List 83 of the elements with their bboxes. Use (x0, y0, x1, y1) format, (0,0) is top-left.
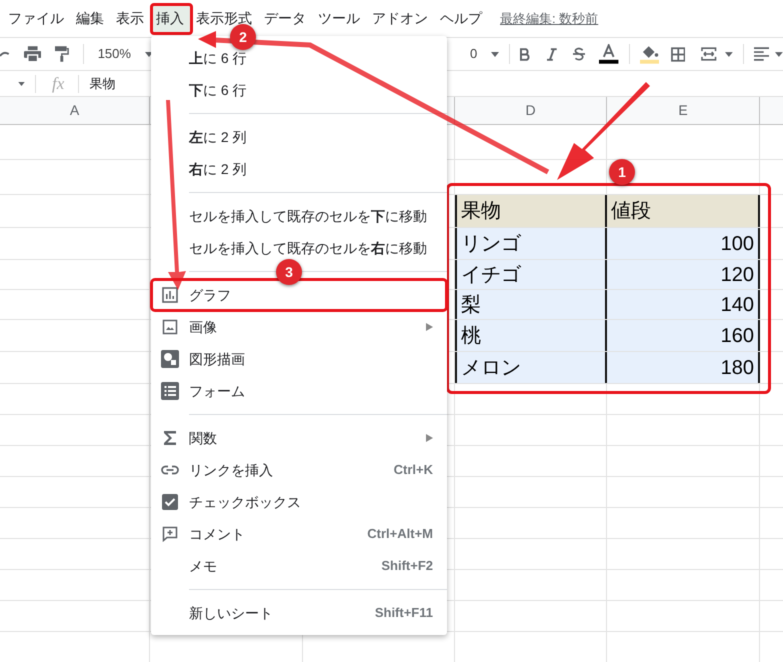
menu-item-label: コメント (189, 524, 245, 544)
menu-bar-item[interactable]: ヘルプ (434, 4, 488, 33)
caret-icon[interactable] (775, 52, 783, 56)
print-icon[interactable] (24, 46, 42, 62)
shortcut-label: Ctrl+Alt+M (367, 525, 433, 544)
table-cell: リンゴ (455, 228, 607, 259)
column-header[interactable]: E (678, 100, 688, 121)
table-cell: 160 (607, 320, 760, 351)
menu-item-label: 新しいシート (189, 604, 273, 622)
menu-item-label: メモ (189, 556, 217, 576)
font-size-field[interactable]: 0 (470, 44, 500, 64)
link-icon (161, 465, 179, 475)
table-cell: 桃 (455, 320, 607, 351)
table-cell: 梨 (455, 290, 607, 319)
align-left-icon[interactable] (754, 47, 770, 61)
menu-item[interactable]: 関数 (151, 422, 447, 454)
column-header[interactable]: A (70, 100, 80, 121)
table-cell: 140 (607, 290, 760, 319)
menu-bar-item[interactable]: 表示 (110, 4, 150, 33)
menu-item[interactable]: フォーム (151, 375, 447, 407)
text-color-icon[interactable] (599, 44, 619, 64)
menu-bar-item[interactable]: ツール (312, 4, 366, 33)
menu-item-label: セルを挿入して既存のセルを右に移動 (189, 238, 427, 258)
table-cell: 値段 (607, 195, 760, 227)
menu-item-label: 画像 (189, 318, 217, 336)
function-label: fx (52, 72, 64, 95)
table-cell: メロン (455, 352, 607, 383)
menu-bar-item[interactable]: 編集 (70, 4, 110, 33)
table-cell: 果物 (455, 195, 607, 227)
comment-icon (162, 526, 178, 542)
table-cell: 120 (607, 260, 760, 289)
menu-item-label: グラフ (189, 286, 231, 304)
step-badge: 1 (609, 159, 635, 185)
image-icon (162, 319, 178, 335)
fill-color-icon[interactable] (640, 44, 659, 64)
shortcut-label: Shift+F11 (374, 604, 433, 622)
menu-item-label: 左に 2 列 (189, 128, 247, 146)
menu-item[interactable]: 下に 6 行 (151, 74, 447, 106)
menu-bar-item[interactable]: アドオン (366, 4, 434, 33)
table-cell: イチゴ (455, 260, 607, 289)
shortcut-label: Ctrl+K (394, 461, 433, 480)
menu-item[interactable]: チェックボックス (151, 486, 447, 518)
menu-item[interactable]: 左に 2 列 (151, 121, 447, 153)
bar-chart-icon (162, 287, 178, 303)
menu-bar-item[interactable]: ファイル (2, 4, 70, 33)
strikethrough-icon[interactable] (572, 47, 586, 61)
menu-item-label: 下に 6 行 (189, 80, 247, 100)
merge-cells-icon[interactable] (701, 47, 717, 61)
menu-item[interactable]: 画像 (151, 311, 447, 343)
shapes-icon (161, 350, 179, 368)
table-cell: 100 (607, 228, 760, 259)
menu-item[interactable]: セルを挿入して既存のセルを下に移動 (151, 200, 447, 232)
bold-icon[interactable] (520, 48, 531, 60)
shortcut-label: Shift+F2 (381, 557, 433, 576)
menu-item[interactable]: コメント Ctrl+Alt+M (151, 518, 447, 550)
menu-item-label: 右に 2 列 (189, 160, 247, 178)
menu-item-label: フォーム (189, 382, 245, 400)
caret-icon[interactable] (18, 82, 25, 86)
formula-field[interactable]: 果物 (89, 74, 116, 94)
menu-item[interactable]: 右に 2 列 (151, 153, 447, 185)
menu-item-label: 上に 6 行 (189, 48, 247, 68)
italic-icon[interactable] (546, 48, 557, 60)
menu-bar-item[interactable]: データ (258, 4, 312, 33)
menu-item[interactable]: 新しいシート Shift+F11 (151, 597, 447, 629)
menu-item-label: リンクを挿入 (189, 460, 273, 480)
menu-item-label: セルを挿入して既存のセルを下に移動 (189, 206, 427, 226)
column-header[interactable]: D (525, 100, 536, 121)
menu-item[interactable]: リンクを挿入 Ctrl+K (151, 454, 447, 486)
sigma-icon (163, 430, 177, 446)
menu-item-label: チェックボックス (189, 492, 301, 512)
checkbox-icon (162, 494, 178, 510)
menu-item-label: 図形描画 (189, 350, 245, 368)
table-cell: 180 (607, 352, 760, 383)
caret-icon[interactable] (724, 52, 733, 56)
list-icon (161, 382, 179, 400)
caret-icon (491, 52, 500, 56)
last-edit-link[interactable]: 最終編集: 数秒前 (500, 8, 598, 28)
menu-item-label: 関数 (189, 428, 217, 448)
menu-item[interactable]: メモ Shift+F2 (151, 550, 447, 582)
step-badge: 2 (230, 24, 256, 50)
menu-item[interactable]: 図形描画 (151, 343, 447, 375)
paint-format-icon[interactable] (55, 46, 69, 62)
borders-icon[interactable] (670, 46, 686, 62)
